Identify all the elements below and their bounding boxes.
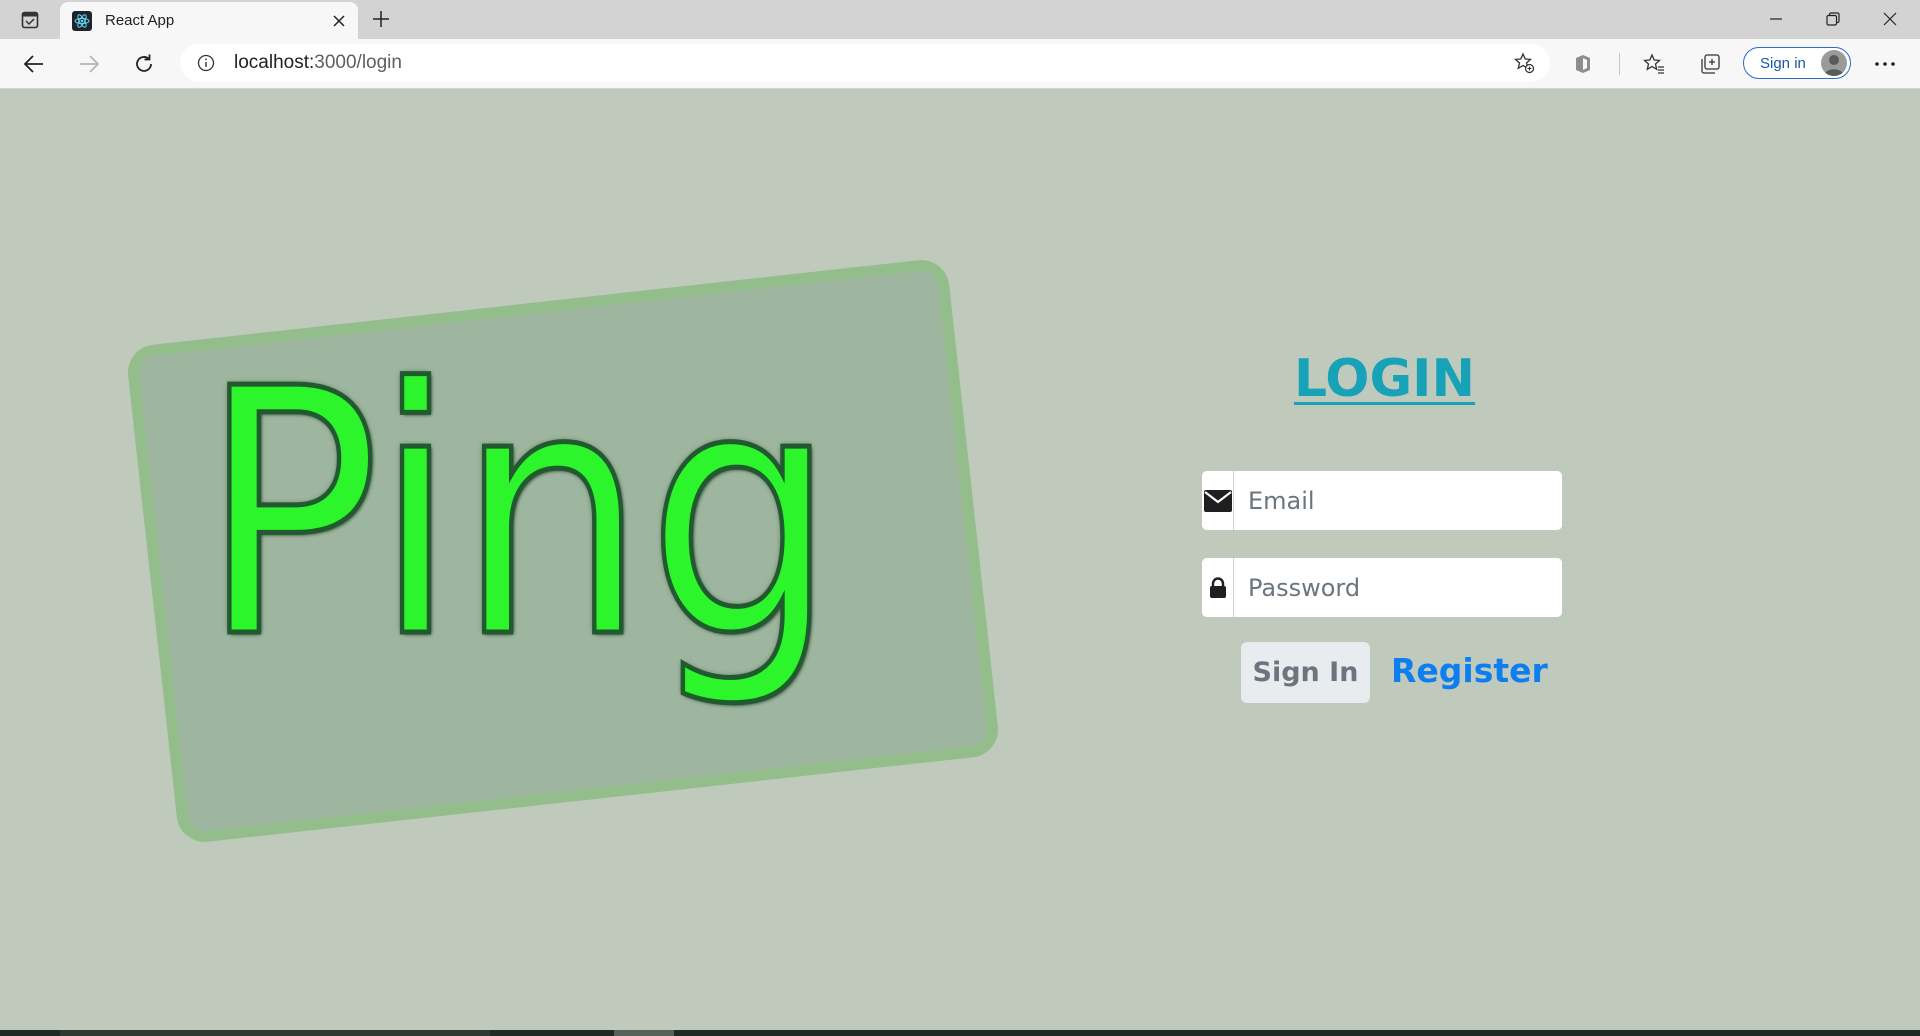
browser-titlebar: React App <box>0 0 1920 39</box>
browser-toolbar: localhost:3000/login Sign in <box>0 39 1920 89</box>
password-input-group <box>1202 558 1562 617</box>
register-link[interactable]: Register <box>1391 651 1548 690</box>
taskbar-strip <box>0 1030 1920 1036</box>
url-text[interactable]: localhost:3000/login <box>234 52 1504 74</box>
plus-icon[interactable] <box>366 4 396 34</box>
tab-actions-icon[interactable] <box>14 8 46 32</box>
url-path: 3000/login <box>314 52 402 73</box>
react-icon <box>72 10 92 31</box>
email-input-group <box>1202 471 1562 530</box>
forward-arrow-icon[interactable] <box>71 46 107 82</box>
info-icon[interactable] <box>196 53 216 73</box>
browser-tab[interactable]: React App <box>60 2 358 39</box>
email-field[interactable] <box>1234 471 1562 530</box>
profile-sign-in-button[interactable]: Sign in <box>1743 47 1851 79</box>
login-page: Ping LOGIN Sign In Register <box>0 89 1920 1031</box>
avatar-icon <box>1821 50 1847 76</box>
collections-icon[interactable] <box>1693 47 1727 81</box>
toolbar-separator <box>1619 53 1620 75</box>
address-bar[interactable]: localhost:3000/login <box>180 44 1550 82</box>
login-heading-link[interactable]: LOGIN <box>1294 349 1475 409</box>
back-arrow-icon[interactable] <box>16 46 52 82</box>
favorites-icon[interactable] <box>1637 47 1671 81</box>
restore-icon[interactable] <box>1805 0 1861 38</box>
taskbar-segment <box>60 1030 490 1036</box>
lock-icon <box>1202 558 1234 617</box>
minimize-icon[interactable] <box>1748 0 1804 38</box>
sign-in-label: Sign in <box>1760 54 1806 72</box>
extension-icon[interactable] <box>1566 47 1600 81</box>
refresh-icon[interactable] <box>126 46 162 82</box>
sign-in-button[interactable]: Sign In <box>1241 642 1370 703</box>
password-field[interactable] <box>1234 558 1562 617</box>
url-host: localhost: <box>234 52 315 73</box>
close-icon[interactable] <box>324 6 354 36</box>
taskbar-segment <box>614 1030 674 1036</box>
envelope-icon <box>1202 471 1234 530</box>
window-close-icon[interactable] <box>1862 0 1918 38</box>
logo-text: Ping <box>198 317 839 713</box>
more-icon[interactable] <box>1868 47 1902 81</box>
tab-title: React App <box>105 12 175 29</box>
star-plus-icon[interactable] <box>1504 45 1544 81</box>
